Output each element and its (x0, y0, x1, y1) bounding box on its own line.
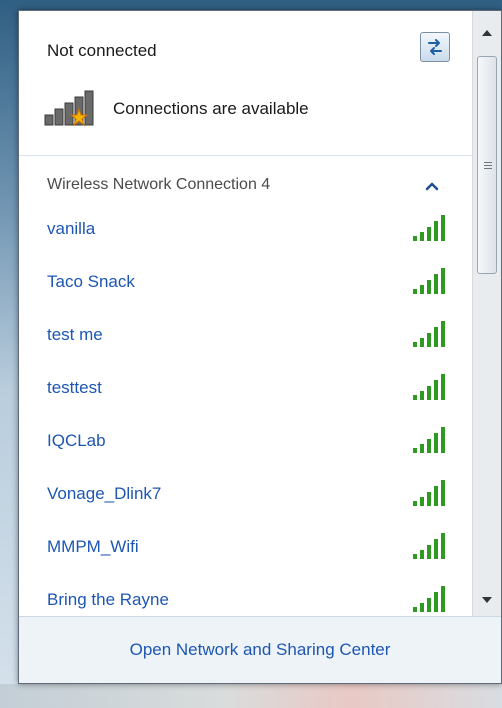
network-name: testtest (47, 378, 102, 397)
network-name: vanilla (47, 219, 96, 238)
desktop-background-strip (0, 684, 502, 708)
signal-strength-icon (413, 586, 445, 612)
refresh-button[interactable] (420, 32, 450, 62)
signal-strength-icon (413, 374, 445, 400)
signal-strength-icon (413, 427, 445, 453)
network-item[interactable]: Taco Snack (19, 255, 472, 308)
signal-strength-icon (413, 268, 445, 294)
connections-available-row: Connections are available (43, 89, 443, 127)
signal-strength-icon (413, 215, 445, 241)
chevron-up-icon[interactable] (424, 179, 440, 193)
grip-icon (484, 162, 492, 169)
connections-available-text: Connections are available (113, 99, 309, 118)
network-flyout: Not connected Connections are available (18, 10, 502, 684)
network-item[interactable]: Bring the Rayne (19, 573, 472, 616)
network-name: IQCLab (47, 431, 106, 450)
signal-strength-icon (413, 533, 445, 559)
connection-status-panel: Not connected Connections are available (19, 11, 472, 156)
network-item[interactable]: vanilla (19, 202, 472, 255)
network-group-header[interactable]: Wireless Network Connection 4 (19, 156, 472, 202)
network-name: Bring the Rayne (47, 590, 169, 609)
network-item[interactable]: MMPM_Wifi (19, 520, 472, 573)
network-name: MMPM_Wifi (47, 537, 139, 556)
network-item[interactable]: Vonage_Dlink7 (19, 467, 472, 520)
signal-strength-icon (413, 321, 445, 347)
open-network-sharing-center-link[interactable]: Open Network and Sharing Center (19, 640, 501, 660)
network-name: Taco Snack (47, 272, 135, 291)
signal-strength-icon (413, 480, 445, 506)
network-item[interactable]: IQCLab (19, 414, 472, 467)
flyout-footer: Open Network and Sharing Center (19, 616, 501, 683)
scroll-down-arrow-icon[interactable] (473, 586, 501, 614)
signal-bars-with-star-icon (44, 90, 94, 127)
network-name: Vonage_Dlink7 (47, 484, 162, 503)
connection-status-title: Not connected (47, 41, 157, 60)
refresh-icon (428, 39, 442, 55)
network-list: Wireless Network Connection 4 vanilla Ta… (19, 156, 472, 616)
scroll-thumb[interactable] (477, 56, 497, 274)
network-group-label: Wireless Network Connection 4 (47, 176, 271, 193)
network-item[interactable]: test me (19, 308, 472, 361)
network-name: test me (47, 325, 103, 344)
network-item[interactable]: testtest (19, 361, 472, 414)
vertical-scrollbar[interactable] (472, 11, 501, 616)
scroll-up-arrow-icon[interactable] (473, 19, 501, 47)
